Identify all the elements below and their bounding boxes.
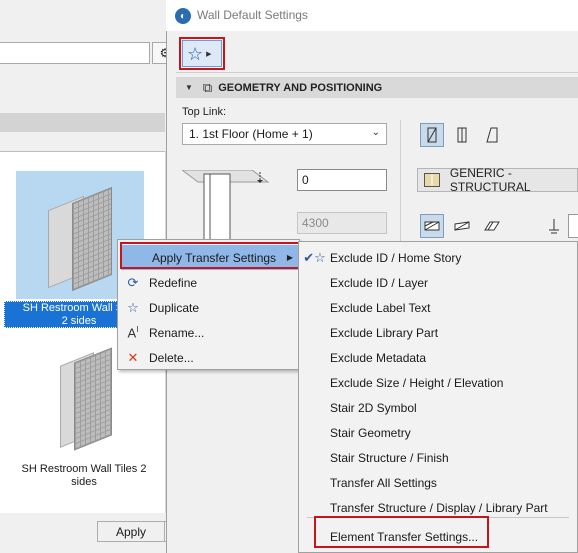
wall-tile-face [74,347,112,451]
submenu-item[interactable]: Stair Structure / Finish [299,445,577,470]
anchor-icon[interactable] [542,214,566,238]
ref-line-inside-icon [484,221,500,231]
top-offset-input[interactable]: 0 [297,169,387,191]
submenu-item-label: Exclude Size / Height / Elevation [330,375,504,390]
favorite-item-name: SH Restroom Wall Tiles 2 [21,463,147,475]
dialog-title: Wall Default Settings [197,8,308,22]
menu-item-label: Redefine [149,275,198,290]
menu-item-label: Delete... [149,350,194,365]
submenu-item-label: Transfer Structure / Display / Library P… [330,500,548,515]
annotation-highlight-box [120,242,300,269]
submenu-item[interactable]: Stair 2D Symbol [299,395,577,420]
top-link-dropdown[interactable]: 1. 1st Floor (Home + 1) ⌄ [182,123,387,145]
section-title: GEOMETRY AND POSITIONING [218,81,383,94]
divider [176,72,578,73]
annotation-highlight-box [314,516,489,548]
collapse-triangle-icon[interactable]: ▼ [185,83,193,92]
checked-star-icon: ✔☆ [303,249,326,265]
submenu-item[interactable]: Exclude Metadata [299,345,577,370]
submenu-item-label: Stair Geometry [330,425,411,440]
transfer-settings-submenu: ✔☆ Exclude ID / Home Story Exclude ID / … [298,241,578,553]
ref-line-outside-icon [424,221,440,231]
ref-line-center-icon [454,221,470,231]
submenu-item-label: Exclude ID / Home Story [330,250,462,265]
submenu-item[interactable]: Exclude Label Text [299,295,577,320]
wall-tile-face [72,186,112,292]
menu-item-label: Duplicate [149,300,200,315]
menu-item-duplicate[interactable]: ☆ Duplicate [118,295,301,320]
star-refresh-icon: ⟳ [127,274,139,290]
submenu-item-label: Exclude Label Text [330,300,431,315]
submenu-item[interactable]: Stair Geometry [299,420,577,445]
apply-button[interactable]: Apply [97,521,165,542]
trapezoid-wall-icon [457,127,467,143]
ref-line-inside-button[interactable] [480,214,504,238]
submenu-item-label: Stair 2D Symbol [330,400,417,415]
height-input[interactable]: 4300 [297,212,387,234]
ref-line-center-button[interactable] [450,214,474,238]
submenu-item-label: Exclude ID / Layer [330,275,429,290]
submenu-item[interactable]: Exclude Library Part [299,320,577,345]
star-outline-icon: ☆ [127,299,139,315]
geometry-icon: ⧉ [202,79,213,95]
structure-dropdown[interactable]: GENERIC - STRUCTURAL [417,166,578,194]
submenu-item[interactable]: Exclude Size / Height / Elevation [299,370,577,395]
section-header[interactable]: ▼ ⧉ GEOMETRY AND POSITIONING [176,77,578,98]
favorite-item-name-line2: sides [71,476,97,488]
wall-section-preview [182,170,270,240]
palette-header-band [0,113,165,132]
top-link-value: 1. 1st Floor (Home + 1) [189,127,313,141]
menu-item-rename[interactable]: AI Rename... [118,320,301,345]
submenu-item[interactable]: Exclude ID / Layer [299,270,577,295]
ref-line-outside-button[interactable] [420,214,444,238]
anchor-glyph-icon [549,219,559,234]
submenu-item[interactable]: ✔☆ Exclude ID / Home Story [299,245,577,270]
submenu-item-label: Stair Structure / Finish [330,450,449,465]
menu-item-label: Rename... [149,325,205,340]
offset-edge-button[interactable] [568,214,578,238]
wall-geometry-straight-button[interactable] [420,123,444,147]
structure-value: GENERIC - STRUCTURAL [449,166,531,194]
submenu-item-label: Exclude Library Part [330,325,439,340]
menu-item-delete[interactable]: ✕ Delete... [118,345,301,370]
top-link-label: Top Link: [182,106,227,118]
annotation-highlight-box [179,37,225,70]
menu-item-redefine[interactable]: ⟳ Redefine [118,270,301,295]
submenu-item-label: Transfer All Settings [330,475,437,490]
submenu-item-label: Exclude Metadata [330,350,427,365]
slanted-wall-icon [486,127,498,143]
favorites-search-input[interactable] [0,42,150,64]
favorite-item-label[interactable]: SH Restroom Wall Tiles 2 sides [4,463,164,491]
building-material-swatch [424,173,440,187]
wall-geometry-trapezoid-button[interactable] [450,123,474,147]
red-x-icon: ✕ [127,349,139,365]
chevron-down-icon: ⌄ [371,127,380,138]
app-logo-icon: ◐ [175,8,191,24]
straight-wall-icon [427,127,437,143]
submenu-item[interactable]: Transfer All Settings [299,470,577,495]
wall-geometry-slanted-button[interactable] [480,123,504,147]
text-cursor-icon: AI [127,324,139,341]
